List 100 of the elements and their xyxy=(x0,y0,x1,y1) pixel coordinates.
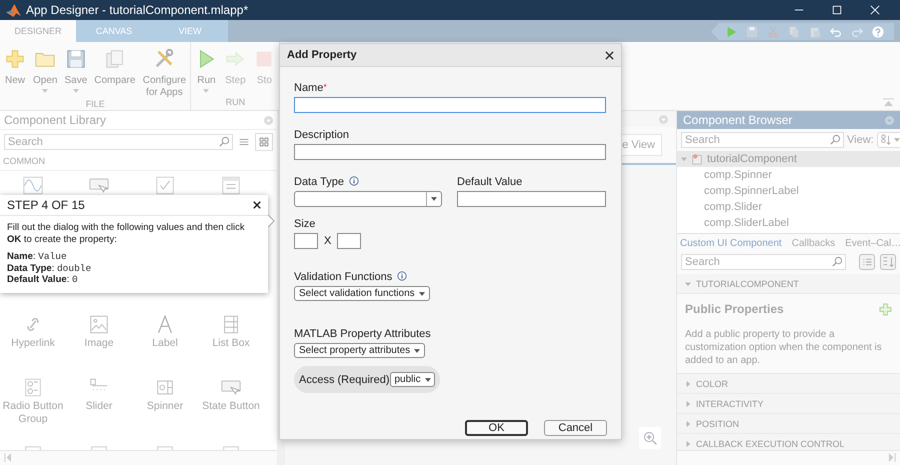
panel-menu-icon[interactable] xyxy=(659,114,668,124)
list-view-icon[interactable] xyxy=(238,136,250,148)
first-page-icon[interactable] xyxy=(4,453,11,462)
tree-node[interactable]: comp.Spinner xyxy=(677,167,900,183)
toolstrip-button[interactable]: New xyxy=(3,42,27,99)
caret-icon xyxy=(414,348,420,352)
component-label[interactable]: Slider xyxy=(86,400,112,413)
ribbon-tab[interactable]: CANVAS xyxy=(76,20,152,42)
dialog-button[interactable]: OK xyxy=(465,420,528,436)
expand-arrow-icon[interactable] xyxy=(681,156,687,162)
toolstrip-button[interactable]: Compare xyxy=(93,42,136,99)
component-label[interactable]: Hyperlink xyxy=(11,337,55,350)
ribbon-tab[interactable]: DESIGNER xyxy=(0,20,76,42)
peak-logo-icon xyxy=(6,4,21,16)
instruction-value: Data Type: double xyxy=(7,262,92,274)
property-section-header[interactable]: INTERACTIVITY xyxy=(677,394,900,414)
component-icon xyxy=(691,153,703,165)
property-section-header[interactable]: CALLBACK EXECUTION CONTROL xyxy=(677,434,900,450)
info-icon[interactable] xyxy=(348,176,359,186)
help-icon[interactable] xyxy=(872,26,884,38)
copy-icon[interactable] xyxy=(788,26,800,38)
ribbon-tab[interactable]: VIEW xyxy=(152,20,228,42)
undo-icon[interactable] xyxy=(830,26,842,38)
caret-icon xyxy=(431,197,437,201)
field-label: Name* xyxy=(294,82,327,94)
instruction-text: Fill out the dialog with the following values and then click OK to create the property: xyxy=(7,222,246,245)
component-label[interactable]: List Box xyxy=(212,337,250,350)
expand-arrow-icon xyxy=(685,280,691,286)
caret-icon xyxy=(203,89,210,93)
component-label[interactable]: Spinner xyxy=(146,400,184,413)
tools-icon xyxy=(153,48,176,70)
toolstrip-button[interactable]: Configure for Apps xyxy=(141,42,188,99)
component-label[interactable]: Label xyxy=(152,337,178,350)
window-title: App Designer - tutorialComponent.mlapp* xyxy=(26,3,248,17)
description-field[interactable] xyxy=(294,144,606,160)
wave-icon xyxy=(22,176,44,195)
default-value-field[interactable] xyxy=(457,191,606,207)
panel-menu-icon[interactable] xyxy=(885,116,894,124)
section-title: Public Properties xyxy=(685,302,784,316)
section-description: Add a public property to provide a customization option when the component is added to an app. xyxy=(685,328,883,367)
collapse-icon[interactable] xyxy=(883,98,894,107)
maximize-icon[interactable] xyxy=(832,5,842,15)
property-section-header[interactable]: TUTORIALCOMPONENT xyxy=(677,274,900,294)
group-label: FILE xyxy=(86,99,105,111)
search-field[interactable]: Search xyxy=(4,134,233,150)
tree-node[interactable]: comp.Slider xyxy=(677,199,900,215)
hierarchy-icon xyxy=(880,134,892,146)
grid-view-icon[interactable] xyxy=(255,133,273,151)
size-field[interactable] xyxy=(294,233,318,249)
property-section-header[interactable]: POSITION xyxy=(677,414,900,434)
caret-icon xyxy=(424,378,431,382)
search-field[interactable]: Search xyxy=(681,132,844,148)
toggle-button-icon xyxy=(220,378,242,397)
zoom-in-icon[interactable] xyxy=(639,427,661,449)
view-dropdown[interactable] xyxy=(876,132,900,148)
panel-menu-icon[interactable] xyxy=(264,116,273,124)
image-icon xyxy=(88,315,110,334)
inspector-tab[interactable]: Custom UI Component xyxy=(680,238,782,248)
scissors-icon[interactable] xyxy=(767,26,779,38)
panel-title: Component Browser xyxy=(683,113,794,127)
caret-icon xyxy=(894,138,900,142)
attributes-dropdown[interactable]: Select property attributes xyxy=(294,343,426,358)
plus-icon[interactable] xyxy=(879,302,892,316)
search-icon xyxy=(832,256,843,267)
close-icon[interactable] xyxy=(253,201,261,209)
tree-node[interactable]: tutorialComponent xyxy=(677,151,900,167)
search-icon xyxy=(830,134,841,145)
data-type-dropdown[interactable] xyxy=(294,191,442,207)
access-dropdown[interactable]: public xyxy=(390,372,435,387)
tree-node[interactable]: comp.SliderLabel xyxy=(677,215,900,231)
toolstrip-button[interactable]: Open xyxy=(32,42,58,99)
view-label: View: xyxy=(847,134,874,146)
close-icon[interactable] xyxy=(605,50,614,60)
redo-icon[interactable] xyxy=(851,26,863,38)
checkmark-icon xyxy=(154,176,176,195)
tree-node[interactable]: comp.SpinnerLabel xyxy=(677,183,900,199)
info-icon[interactable] xyxy=(397,271,408,281)
toolstrip-button[interactable]: Save xyxy=(63,42,88,99)
validation-dropdown[interactable]: Select validation functions xyxy=(294,286,430,301)
inspector-tab[interactable]: Event–Cal… xyxy=(845,238,900,248)
last-page-icon[interactable] xyxy=(889,453,896,462)
clipboard-icon[interactable] xyxy=(809,26,821,38)
property-section-header[interactable]: COLOR xyxy=(677,374,900,394)
search-field[interactable]: Search xyxy=(681,254,846,270)
sort-alphabetical-icon[interactable] xyxy=(880,254,896,270)
size-field[interactable] xyxy=(337,233,362,249)
toolstrip-button[interactable]: Run xyxy=(194,42,218,97)
component-label[interactable]: State Button xyxy=(202,400,260,413)
panel-title: Component Library xyxy=(4,113,108,127)
grouped-view-icon[interactable] xyxy=(859,254,875,270)
component-label[interactable]: Radio Button Group xyxy=(0,400,66,426)
dialog-title: Add Property xyxy=(287,49,358,61)
caret-icon xyxy=(418,292,425,296)
field-label: Description xyxy=(294,129,350,141)
component-label[interactable]: Image xyxy=(84,337,114,350)
field-label: Data Type xyxy=(294,176,344,188)
play-icon[interactable] xyxy=(725,26,737,38)
name-field[interactable] xyxy=(294,97,606,113)
inspector-tab[interactable]: Callbacks xyxy=(792,238,836,248)
dialog-button[interactable]: Cancel xyxy=(544,420,607,436)
